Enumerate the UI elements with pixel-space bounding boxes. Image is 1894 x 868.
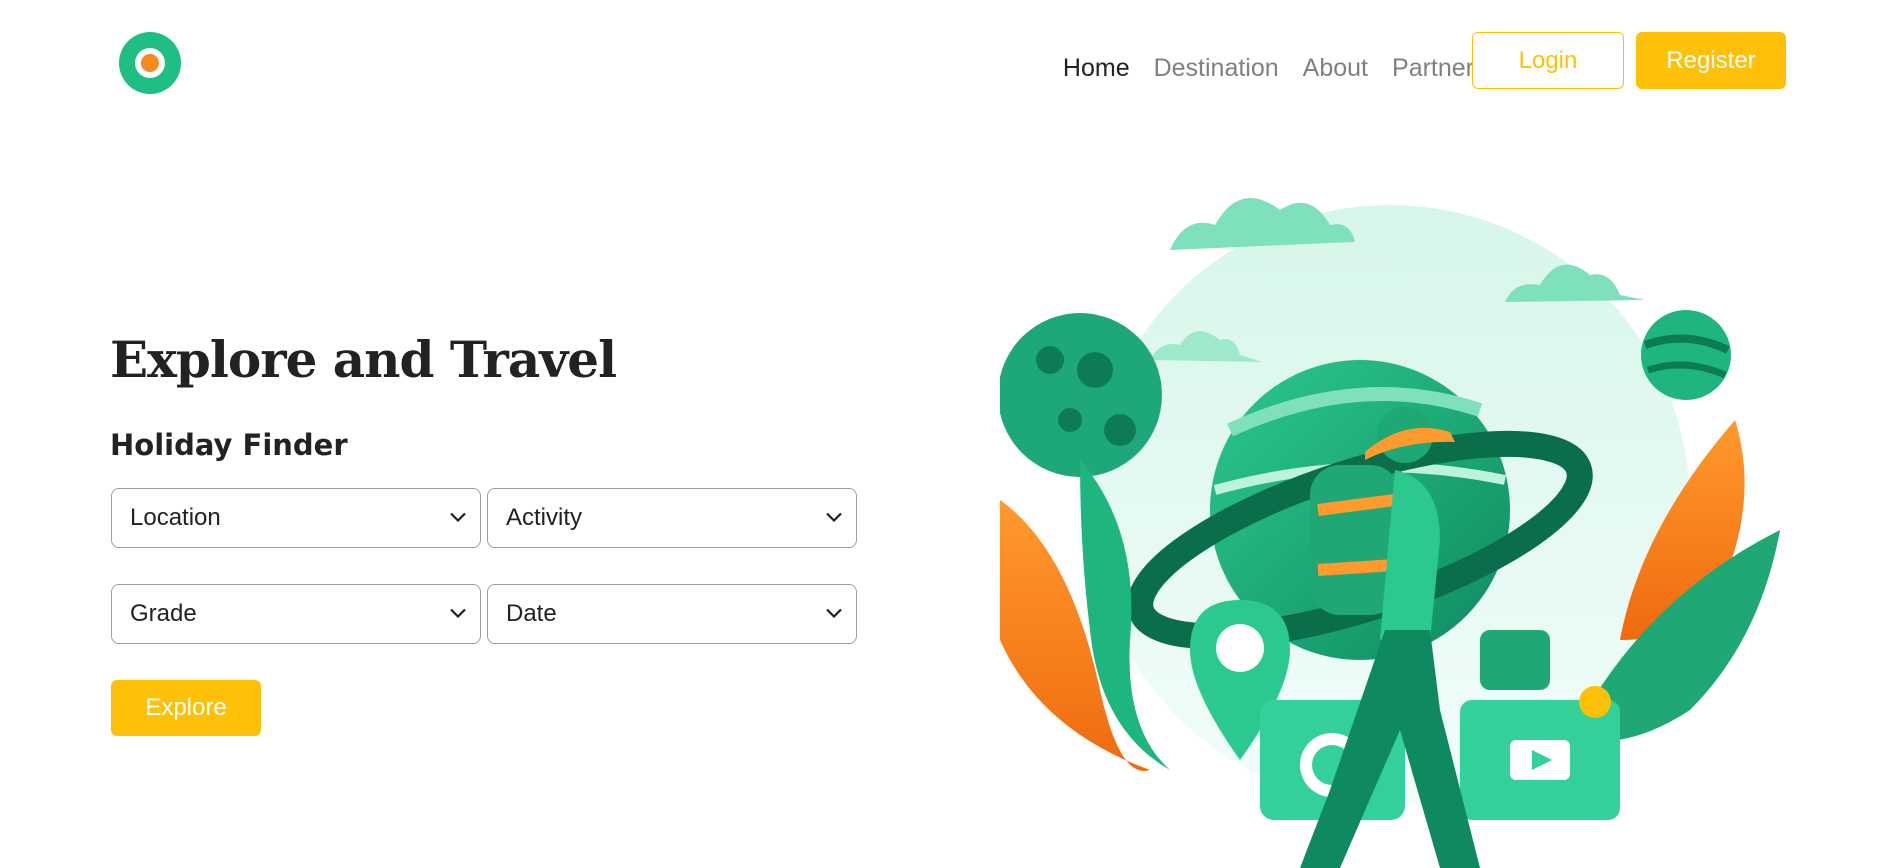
moon-crater [1104,414,1136,446]
register-button[interactable]: Register [1636,32,1786,89]
nav-home[interactable]: Home [1063,54,1130,83]
moon [1000,313,1162,477]
map-pin-hole [1216,624,1264,672]
activity-select-value: Activity [506,504,583,531]
logo-inner-ring [135,48,165,78]
date-select-value: Date [506,600,557,627]
logo-icon[interactable] [119,32,181,94]
explore-button[interactable]: Explore [111,680,261,736]
cloud [1170,198,1355,250]
grade-select-value: Grade [130,600,197,627]
nav-destination[interactable]: Destination [1154,54,1279,83]
traveler-illustration [1000,198,1780,868]
small-planet [1641,310,1731,400]
chevron-down-icon [450,512,466,523]
moon-crater [1058,408,1082,432]
moon-crater [1077,352,1113,388]
chevron-down-icon [826,608,842,619]
moon-crater [1036,346,1064,374]
page-title: Explore and Travel [110,330,617,389]
logo-dot [141,54,159,72]
location-select[interactable]: Location [111,488,481,548]
holiday-finder-title: Holiday Finder [110,428,348,462]
chevron-down-icon [826,512,842,523]
chevron-down-icon [450,608,466,619]
date-select[interactable]: Date [487,584,857,644]
grade-select[interactable]: Grade [111,584,481,644]
nav-about[interactable]: About [1303,54,1368,83]
badge-a-icon [1579,686,1611,718]
thumbs-up-icon [1480,630,1550,690]
nav-partner[interactable]: Partner [1392,54,1474,83]
main-nav: Home Destination About Partner [1063,54,1474,83]
activity-select[interactable]: Activity [487,488,857,548]
login-button[interactable]: Login [1472,32,1624,89]
location-select-value: Location [130,504,221,531]
